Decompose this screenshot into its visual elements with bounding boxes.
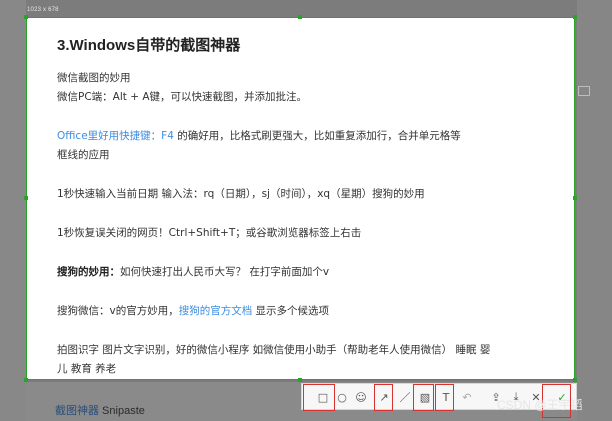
ocr-line-2: 儿 教育 养老	[57, 363, 117, 375]
marker-tool-icon[interactable]: ☺	[353, 389, 369, 405]
article-content: 3.Windows自带的截图神器 微信截图的妙用 微信PC端：Alt + A键，…	[57, 34, 567, 379]
resize-handle-top[interactable]	[298, 15, 302, 19]
dimmed-background-left	[0, 0, 26, 421]
resize-handle-right[interactable]	[573, 196, 577, 200]
article-title: 3.Windows自带的截图神器	[57, 37, 241, 54]
highlight-text-tool	[435, 384, 454, 411]
resize-handle-left[interactable]	[24, 196, 28, 200]
wechat-pc-line: 微信PC端：Alt + A键，可以快速截图，并添加批注。	[57, 91, 308, 103]
pencil-tool-icon[interactable]: ／	[397, 389, 413, 405]
resize-handle-top-left[interactable]	[24, 15, 28, 19]
capture-size-label: 1023 x 678	[27, 7, 59, 13]
resize-handle-top-right[interactable]	[573, 15, 577, 19]
undo-tool-icon[interactable]: ↶	[459, 389, 475, 405]
office-line-2: 框线的应用	[57, 149, 110, 161]
highlight-rectangle-tool	[303, 384, 335, 411]
background-link: 截图神器 Snipaste	[55, 405, 145, 417]
restore-tab-line: 1秒恢复误关闭的网页！Ctrl+Shift+T；或谷歌浏览器标签上右击	[57, 227, 362, 239]
ellipse-tool-icon[interactable]: ○	[334, 389, 350, 405]
sogou-wechat-line: 搜狗微信：v的官方妙用，搜狗的官方文档 显示多个候选项	[57, 305, 330, 317]
office-link[interactable]: Office里好用快捷键：F4	[57, 130, 174, 142]
resize-handle-bottom-right[interactable]	[573, 378, 577, 382]
resize-handle-bottom[interactable]	[298, 378, 302, 382]
ocr-line: 拍图识字 图片文字识别，好的微信小程序 如微信使用小助手（帮助老年人使用微信） …	[57, 344, 491, 356]
sogou-line: 搜狗的妙用：如何快速打出人民币大写？ 在打字前面加个v	[57, 266, 330, 278]
wechat-title: 微信截图的妙用	[57, 72, 131, 84]
highlight-mosaic-tool	[413, 384, 434, 411]
sogou-docs-link[interactable]: 搜狗的官方文档	[179, 305, 253, 317]
watermark: CSDN @王宇韬	[497, 398, 583, 412]
office-line: Office里好用快捷键：F4 的确好用，比格式刷更强大，比如重复添加行，合并单…	[57, 130, 461, 142]
highlight-arrow-tool	[374, 384, 393, 411]
dimmed-background-right	[577, 0, 612, 421]
comment-icon	[578, 86, 590, 96]
capture-selection[interactable]: 3.Windows自带的截图神器 微信截图的妙用 微信PC端：Alt + A键，…	[26, 17, 575, 380]
resize-handle-bottom-left[interactable]	[24, 378, 28, 382]
date-input-line: 1秒快速输入当前日期 输入法：rq（日期），sj（时间），xq（星期）搜狗的妙用	[57, 188, 425, 200]
